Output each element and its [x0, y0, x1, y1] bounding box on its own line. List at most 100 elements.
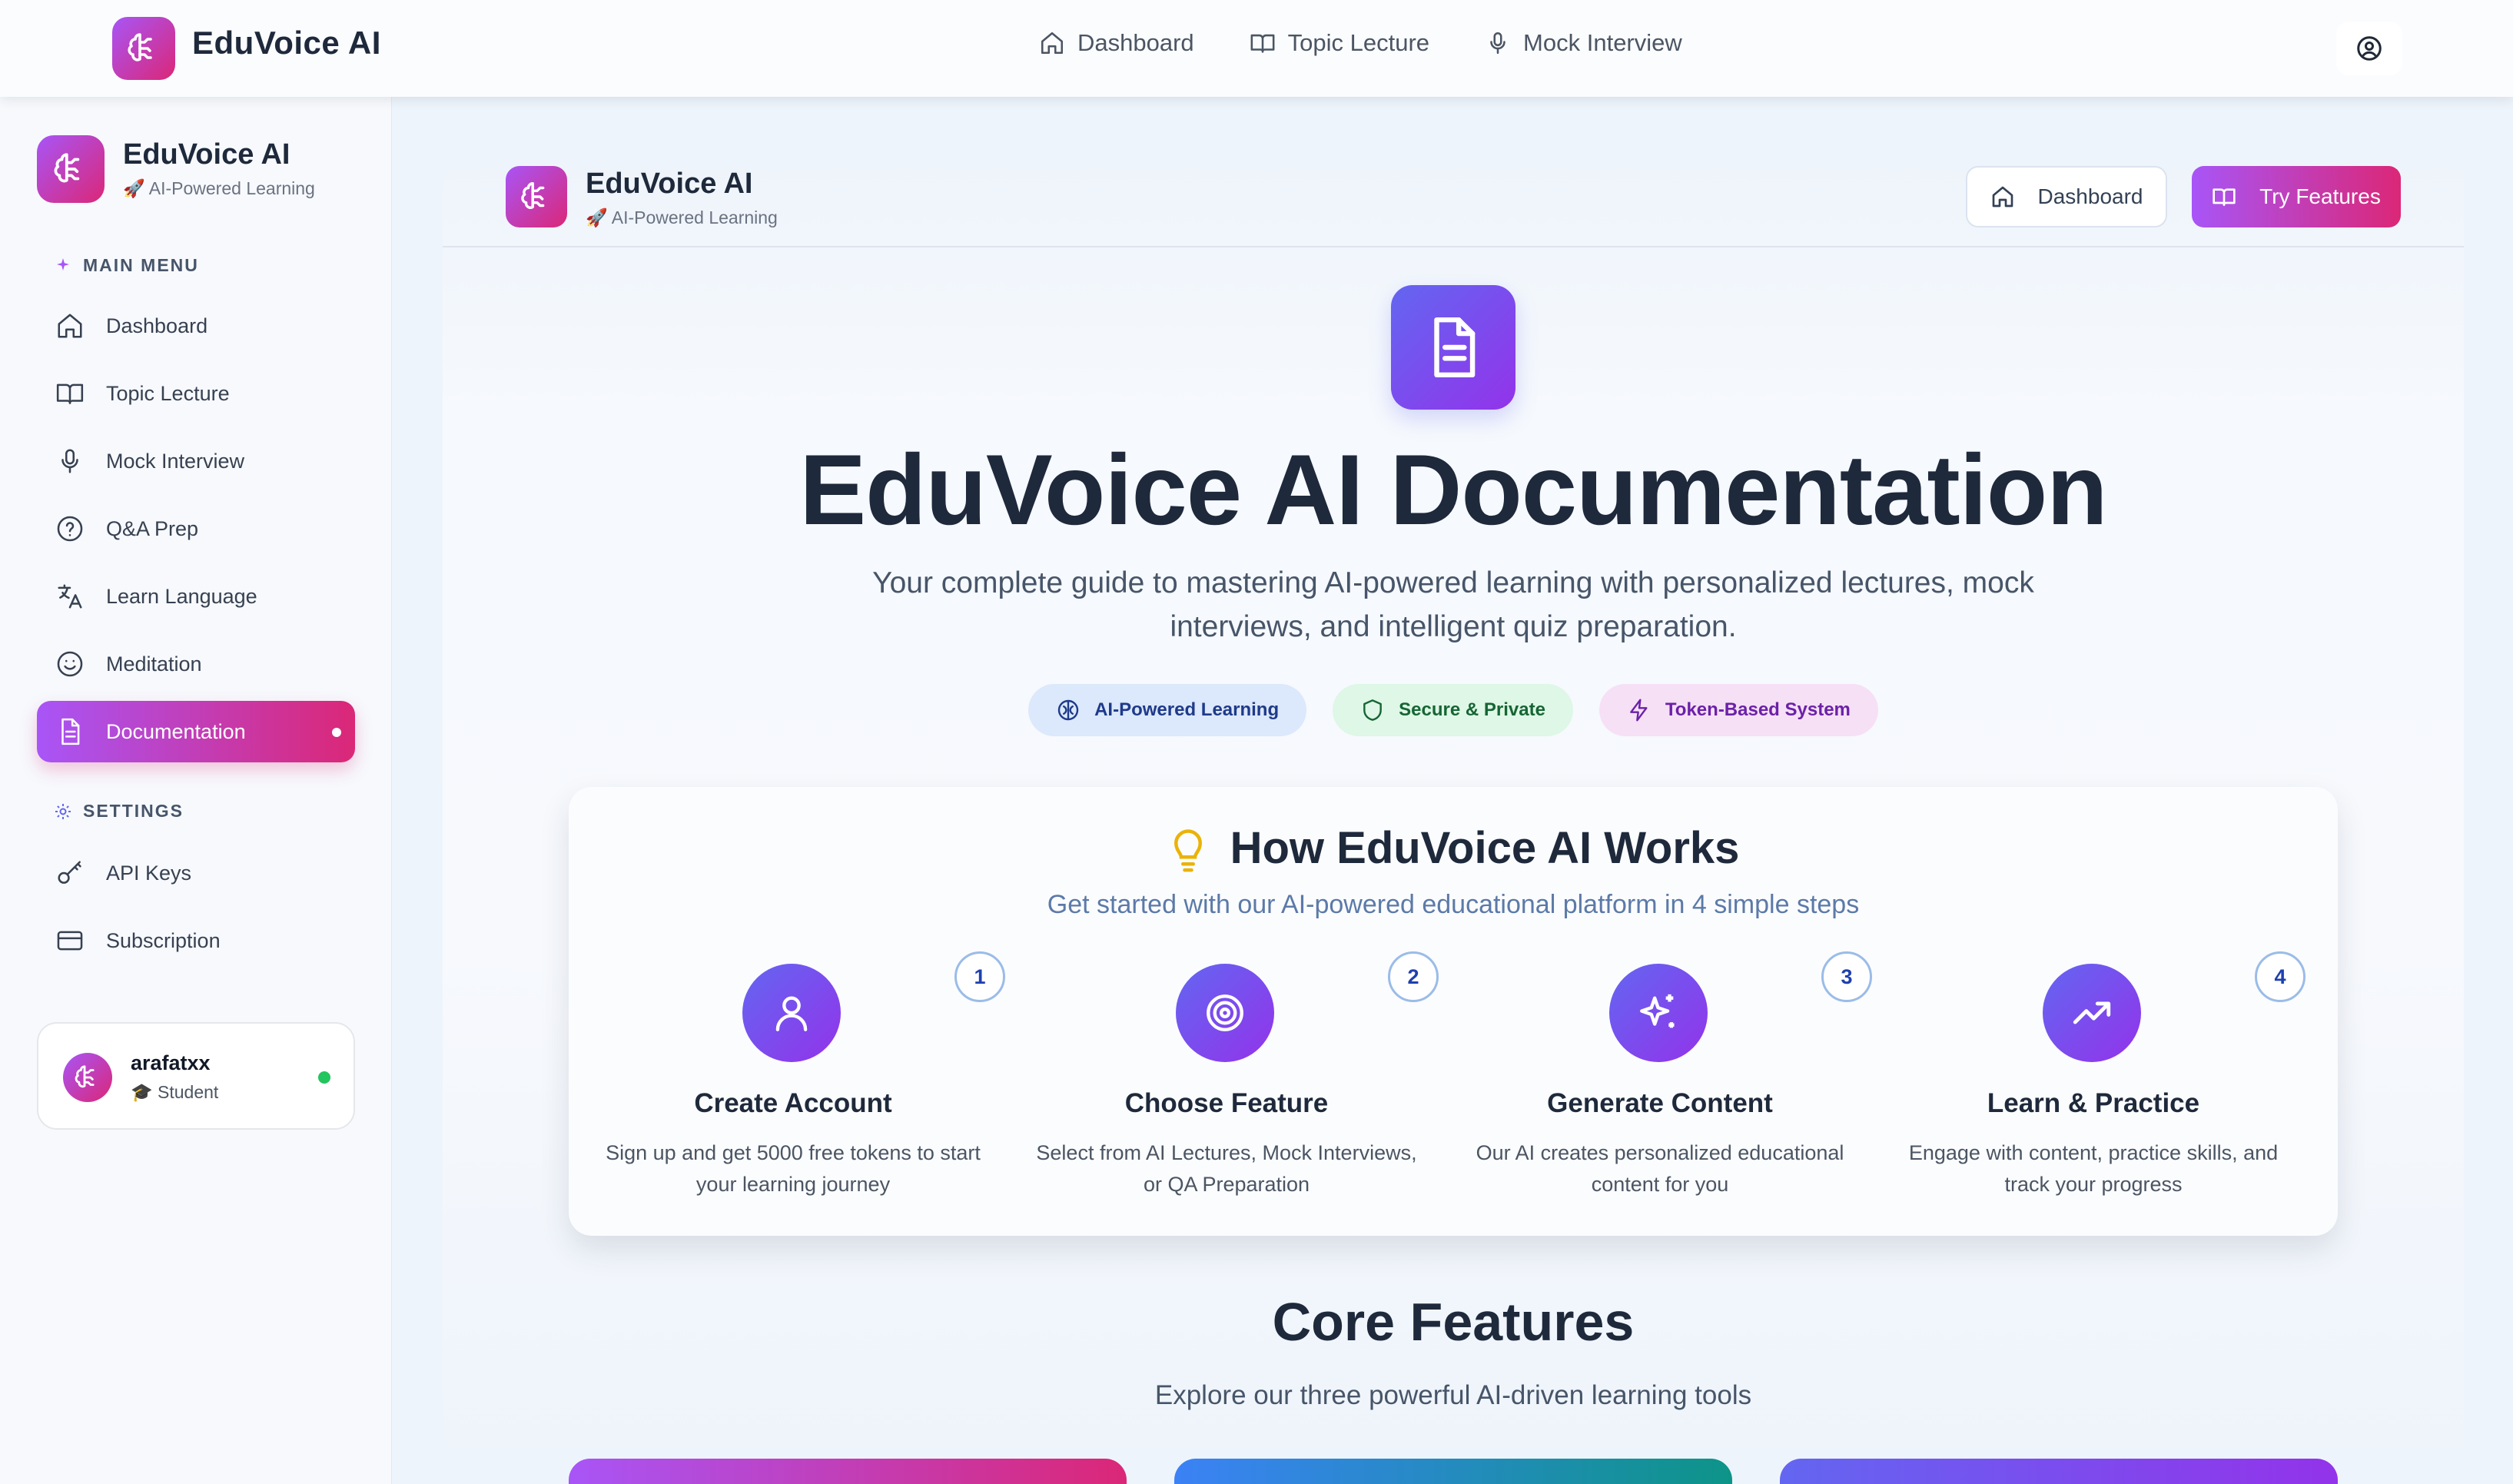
- topnav-topic-lecture[interactable]: Topic Lecture: [1250, 29, 1429, 57]
- shield-icon: [1363, 699, 1383, 721]
- home-icon: [1041, 32, 1064, 55]
- sidebar-item-qa-prep[interactable]: Q&A Prep: [37, 498, 355, 559]
- sidebar-item-subscription[interactable]: Subscription: [37, 910, 355, 971]
- settings-label: SETTINGS: [83, 801, 184, 821]
- step-choose-feature: 2 Choose Feature Select from AI Lectures…: [1011, 951, 1442, 1225]
- microphone-icon: [1490, 32, 1505, 55]
- active-indicator: [332, 728, 341, 737]
- sidebar-item-label: Mock Interview: [106, 449, 245, 473]
- topnav-dashboard-label: Dashboard: [1077, 29, 1194, 56]
- badge-label: Secure & Private: [1399, 699, 1545, 720]
- document-icon: [1391, 285, 1515, 410]
- try-features-button[interactable]: Try Features: [2192, 166, 2401, 227]
- online-status-dot: [318, 1071, 330, 1084]
- credit-card-icon: [57, 931, 83, 951]
- page-subtitle: Your complete guide to mastering AI-powe…: [872, 566, 2034, 643]
- settings-heading: SETTINGS: [54, 801, 184, 822]
- sidebar-item-api-keys[interactable]: API Keys: [37, 842, 355, 904]
- sidebar-item-label: Meditation: [106, 652, 202, 676]
- step-title: Learn & Practice: [1987, 1088, 2200, 1118]
- trending-up-icon: [2043, 964, 2141, 1062]
- key-icon: [58, 861, 81, 884]
- feature-card-1[interactable]: [569, 1459, 1127, 1484]
- sidebar-item-label: Topic Lecture: [106, 381, 230, 405]
- book-open-icon: [1250, 34, 1275, 53]
- badge-label: Token-Based System: [1665, 699, 1851, 720]
- user-profile-card[interactable]: arafatxx 🎓 Student: [37, 1022, 355, 1130]
- how-it-works-heading: How EduVoice AI Works: [569, 822, 2338, 874]
- panel-header: EduVoice AI 🚀 AI-Powered Learning Dashbo…: [443, 148, 2464, 247]
- sidebar-item-label: API Keys: [106, 861, 192, 885]
- question-circle-icon: [57, 516, 83, 542]
- how-it-works-title: How EduVoice AI Works: [1230, 823, 1740, 873]
- page-title: EduVoice AI Documentation: [799, 433, 2107, 546]
- microphone-icon: [61, 449, 78, 473]
- sidebar-item-label: Learn Language: [106, 584, 257, 608]
- lightbulb-icon: [1174, 828, 1202, 871]
- step-number: 3: [1821, 951, 1872, 1002]
- try-features-button-label: Try Features: [2259, 184, 2381, 208]
- main-menu-label: MAIN MENU: [83, 255, 199, 275]
- dashboard-button[interactable]: Dashboard: [1966, 166, 2167, 227]
- step-create-account: 1 Create Account Sign up and get 5000 fr…: [578, 951, 1008, 1225]
- badge-ai-powered: AI-Powered Learning: [1028, 684, 1307, 736]
- dashboard-button-label: Dashboard: [2037, 184, 2143, 208]
- sidebar-item-label: Documentation: [106, 719, 246, 743]
- sparkles-icon: [1609, 964, 1708, 1062]
- step-number: 1: [954, 951, 1005, 1002]
- feature-card-3[interactable]: [1780, 1459, 2338, 1484]
- brain-icon: [1057, 699, 1079, 721]
- core-features-subtitle: Explore our three powerful AI-driven lea…: [1154, 1380, 1752, 1410]
- badge-secure: Secure & Private: [1333, 684, 1573, 736]
- badge-token-based: Token-Based System: [1598, 684, 1878, 736]
- sidebar-item-learn-language[interactable]: Learn Language: [37, 566, 355, 627]
- top-navbar: EduVoice AI Dashboard Topic Lecture Mock…: [0, 0, 2513, 97]
- top-nav: Dashboard Topic Lecture Mock Interview: [1039, 29, 1682, 57]
- feature-badges: AI-Powered Learning Secure & Private Tok…: [443, 684, 2464, 736]
- lightning-icon: [1630, 699, 1648, 722]
- step-description: Sign up and get 5000 free tokens to star…: [606, 1141, 981, 1196]
- sidebar-item-mock-interview[interactable]: Mock Interview: [37, 430, 355, 492]
- header-brand-name: EduVoice AI: [586, 168, 753, 200]
- documentation-panel: EduVoice AI 🚀 AI-Powered Learning Dashbo…: [443, 148, 2464, 1484]
- document-icon: [61, 718, 80, 745]
- topnav-mock-interview[interactable]: Mock Interview: [1485, 29, 1682, 57]
- step-learn-practice: 4 Learn & Practice Engage with content, …: [1878, 951, 2309, 1225]
- sidebar-item-documentation[interactable]: Documentation: [37, 701, 355, 762]
- gear-icon: [55, 803, 71, 819]
- home-icon: [1992, 186, 2013, 207]
- sparkles-icon: [57, 257, 69, 271]
- feature-card-2[interactable]: [1174, 1459, 1732, 1484]
- step-description: Our AI creates personalized educational …: [1476, 1141, 1844, 1196]
- sidebar-item-label: Q&A Prep: [106, 516, 199, 540]
- user-role: 🎓 Student: [131, 1082, 219, 1102]
- main-menu-heading: MAIN MENU: [54, 255, 199, 276]
- user-icon: [742, 964, 841, 1062]
- smile-icon: [57, 651, 83, 677]
- step-generate-content: 3 Generate Content Our AI creates person…: [1445, 951, 1875, 1225]
- sidebar-item-topic-lecture[interactable]: Topic Lecture: [37, 363, 355, 424]
- header-brand-tagline: 🚀 AI-Powered Learning: [586, 207, 778, 227]
- home-icon: [58, 314, 82, 338]
- step-description: Engage with content, practice skills, an…: [1908, 1141, 2279, 1196]
- badge-label: AI-Powered Learning: [1094, 699, 1280, 720]
- sidebar-item-label: Subscription: [106, 928, 221, 952]
- sidebar-item-meditation[interactable]: Meditation: [37, 633, 355, 695]
- brain-logo-icon[interactable]: [112, 17, 175, 80]
- step-title: Choose Feature: [1124, 1088, 1329, 1118]
- step-number: 2: [1388, 951, 1439, 1002]
- topnav-dashboard[interactable]: Dashboard: [1039, 29, 1194, 57]
- user-menu-button[interactable]: [2336, 22, 2402, 75]
- how-it-works-card: How EduVoice AI Works Get started with o…: [569, 787, 2338, 1236]
- brain-logo-icon[interactable]: [37, 135, 105, 203]
- target-icon: [1176, 964, 1274, 1062]
- book-open-icon: [2213, 188, 2236, 206]
- sidebar-item-dashboard[interactable]: Dashboard: [37, 295, 355, 357]
- brain-logo-icon[interactable]: [506, 166, 567, 227]
- avatar: [63, 1053, 112, 1102]
- brand-name[interactable]: EduVoice AI: [192, 25, 381, 61]
- user-circle-icon: [2357, 36, 2382, 61]
- sidebar: EduVoice AI 🚀 AI-Powered Learning MAIN M…: [0, 97, 392, 1484]
- sidebar-brand-name: EduVoice AI: [123, 138, 290, 171]
- topnav-topic-lecture-label: Topic Lecture: [1287, 29, 1430, 56]
